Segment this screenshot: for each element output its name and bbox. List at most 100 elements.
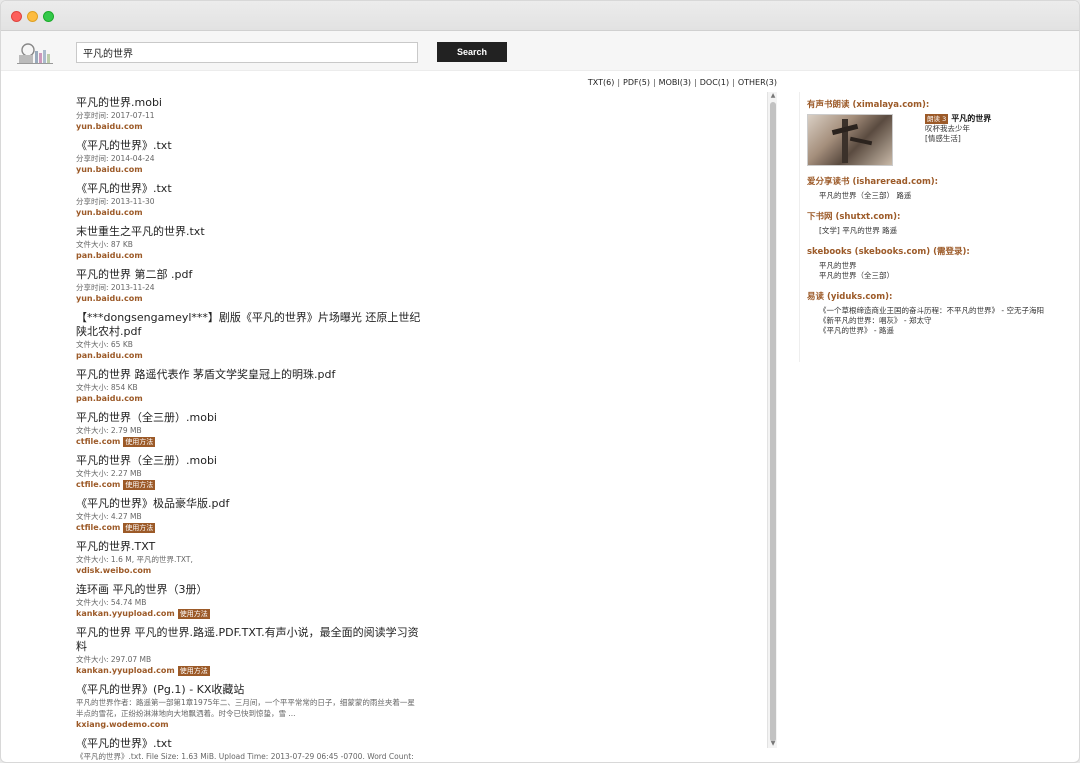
sidebar-section-ximalaya: 有声书朗读 (ximalaya.com): 朗读 3 平凡的世界 叹杯我去少年 […	[807, 99, 1067, 166]
results-scrollbar[interactable]: ▲ ▼	[767, 92, 777, 748]
result-item: 平凡的世界（全三册）.mobi 文件大小: 2.79 MB ctfile.com 使用…	[76, 411, 421, 447]
result-source-domain[interactable]: yun.baidu.com	[76, 165, 143, 174]
result-title-link[interactable]: 平凡的世界（全三册）.mobi	[76, 411, 421, 425]
result-source: yun.baidu.com	[76, 121, 421, 132]
result-meta: 文件大小: 1.6 M, 平凡的世界.TXT,	[76, 555, 193, 564]
filter-link[interactable]: TXT(6)	[588, 78, 614, 87]
result-meta: 文件大小: 297.07 MB	[76, 655, 152, 664]
result-title-link[interactable]: 《平凡的世界》.txt	[76, 182, 421, 196]
sidebar-link[interactable]: 平凡的世界	[807, 261, 1067, 271]
sidebar-heading[interactable]: 有声书朗读 (ximalaya.com):	[807, 99, 1067, 111]
result-item: 《平凡的世界》.txt 分享时间: 2013-11-30 yun.baidu.com	[76, 182, 421, 218]
result-title-link[interactable]: 《平凡的世界》(Pg.1) - KX收藏站	[76, 683, 421, 697]
filter-link[interactable]: OTHER(3)	[738, 78, 777, 87]
browser-window: Search TXT(6)|PDF(5)|MOBI(3)|DOC(1)|OTHE…	[0, 0, 1080, 763]
audiobook-cover-image[interactable]	[807, 114, 893, 166]
sidebar-link[interactable]: 《一个草根缔造商业王国的奋斗历程：不平凡的世界》 - 空无子海阳	[807, 306, 1067, 316]
scroll-up-arrow-icon[interactable]: ▲	[768, 92, 778, 100]
result-meta: 《平凡的世界》.txt. File Size: 1.63 MiB. Upload…	[76, 752, 414, 761]
result-title-link[interactable]: 【***dongsengameyl***】剧版《平凡的世界》片场曝光 还原上世纪…	[76, 311, 421, 339]
result-source: pan.baidu.com	[76, 393, 421, 404]
result-title-link[interactable]: 平凡的世界 路遥代表作 茅盾文学奖皇冠上的明珠.pdf	[76, 368, 421, 382]
result-meta: 分享时间: 2013-11-30	[76, 197, 155, 206]
sidebar-section: skebooks (skebooks.com) (需登录): 平凡的世界 平凡的世界…	[807, 246, 1067, 281]
result-item: 末世重生之平凡的世界.txt 文件大小: 87 KB pan.baidu.com	[76, 225, 421, 261]
filter-link[interactable]: DOC(1)	[700, 78, 729, 87]
result-title-link[interactable]: 连环画 平凡的世界（3册）	[76, 583, 421, 597]
usage-guide-tag[interactable]: 使用方法	[123, 480, 156, 490]
sidebar-heading[interactable]: 易读 (yiduks.com):	[807, 291, 1067, 303]
result-source: ctfile.com 使用方法	[76, 479, 421, 490]
result-title-link[interactable]: 平凡的世界.mobi	[76, 96, 421, 110]
sidebar-link[interactable]: [文学] 平凡的世界 路遥	[807, 226, 1067, 236]
result-source-domain[interactable]: yun.baidu.com	[76, 294, 143, 303]
result-title-link[interactable]: 《平凡的世界》极品豪华版.pdf	[76, 497, 421, 511]
filter-separator: |	[732, 78, 735, 87]
sidebar-link[interactable]: 平凡的世界（全三部）	[807, 271, 1067, 281]
result-item: 平凡的世界 第二部 .pdf 分享时间: 2013-11-24 yun.baidu.…	[76, 268, 421, 304]
result-title-link[interactable]: 平凡的世界（全三册）.mobi	[76, 454, 421, 468]
result-meta: 文件大小: 54.74 MB	[76, 598, 147, 607]
result-item: 《平凡的世界》(Pg.1) - KX收藏站 平凡的世界作者：路遥第一部第1章197…	[76, 683, 421, 730]
filter-separator: |	[617, 78, 621, 87]
audiobook-badge: 朗读 3	[925, 114, 949, 124]
filter-link[interactable]: PDF(5)	[623, 78, 650, 87]
usage-guide-tag[interactable]: 使用方法	[123, 523, 156, 533]
sidebar-heading[interactable]: 下书网 (shutxt.com):	[807, 211, 1067, 223]
audiobook-card[interactable]: 朗读 3 平凡的世界 叹杯我去少年 [情感生活]	[807, 114, 1067, 166]
result-item: 平凡的世界.mobi 分享时间: 2017-07-11 yun.baidu.com	[76, 96, 421, 132]
usage-guide-tag[interactable]: 使用方法	[177, 609, 210, 619]
filter-separator: |	[652, 78, 656, 87]
result-source-domain[interactable]: kankan.yyupload.com	[76, 666, 175, 675]
result-source-domain[interactable]: pan.baidu.com	[76, 394, 143, 403]
result-source: ctfile.com 使用方法	[76, 522, 421, 533]
result-title-link[interactable]: 平凡的世界 第二部 .pdf	[76, 268, 421, 282]
sidebar-heading[interactable]: skebooks (skebooks.com) (需登录):	[807, 246, 1067, 258]
audiobook-info: 朗读 3 平凡的世界 叹杯我去少年 [情感生活]	[925, 114, 991, 166]
result-source-domain[interactable]: vdisk.weibo.com	[76, 566, 151, 575]
result-meta: 分享时间: 2017-07-11	[76, 111, 155, 120]
result-source-domain[interactable]: kxiang.wodemo.com	[76, 720, 169, 729]
sidebar-heading[interactable]: 爱分享读书 (ishareread.com):	[807, 176, 1067, 188]
sidebar-link[interactable]: 《新平凡的世界：唱灰》 - 郑太守	[807, 316, 1067, 326]
result-source-domain[interactable]: yun.baidu.com	[76, 208, 143, 217]
result-item: 平凡的世界（全三册）.mobi 文件大小: 2.27 MB ctfile.com 使用…	[76, 454, 421, 490]
scroll-down-arrow-icon[interactable]: ▼	[768, 740, 778, 748]
result-source: yun.baidu.com	[76, 207, 421, 218]
usage-guide-tag[interactable]: 使用方法	[177, 666, 210, 676]
audiobook-title[interactable]: 朗读 3 平凡的世界	[925, 114, 991, 124]
result-title-link[interactable]: 平凡的世界.TXT	[76, 540, 421, 554]
sidebar-link[interactable]: 《平凡的世界》 - 路遥	[807, 326, 1067, 336]
sidebar: 有声书朗读 (ximalaya.com): 朗读 3 平凡的世界 叹杯我去少年 […	[807, 99, 1067, 346]
result-source-domain[interactable]: ctfile.com	[76, 437, 120, 446]
result-title-link[interactable]: 《平凡的世界》.txt	[76, 737, 421, 751]
result-source-domain[interactable]: ctfile.com	[76, 523, 120, 532]
result-source-domain[interactable]: kankan.yyupload.com	[76, 609, 175, 618]
sidebar-link[interactable]: 平凡的世界（全三部） 路遥	[807, 191, 1067, 201]
filter-link[interactable]: MOBI(3)	[659, 78, 691, 87]
filter-separator: |	[694, 78, 697, 87]
result-source: vdisk.weibo.com	[76, 565, 421, 576]
result-meta: 分享时间: 2014-04-24	[76, 154, 155, 163]
site-logo-icon[interactable]	[17, 41, 53, 65]
result-source-domain[interactable]: pan.baidu.com	[76, 251, 143, 260]
usage-guide-tag[interactable]: 使用方法	[123, 437, 156, 447]
result-source: ctfile.com 使用方法	[76, 436, 421, 447]
result-source: pan.baidu.com	[76, 350, 421, 361]
maximize-window-button[interactable]	[43, 11, 54, 22]
close-window-button[interactable]	[11, 11, 22, 22]
result-item: 【***dongsengameyl***】剧版《平凡的世界》片场曝光 还原上世纪…	[76, 311, 421, 361]
result-title-link[interactable]: 平凡的世界 平凡的世界.路遥.PDF.TXT.有声小说，最全面的阅读学习资料	[76, 626, 421, 654]
sidebar-section: 下书网 (shutxt.com): [文学] 平凡的世界 路遥	[807, 211, 1067, 236]
result-title-link[interactable]: 《平凡的世界》.txt	[76, 139, 421, 153]
result-source-domain[interactable]: ctfile.com	[76, 480, 120, 489]
results-list: 平凡的世界.mobi 分享时间: 2017-07-11 yun.baidu.com 《…	[76, 96, 421, 762]
result-title-link[interactable]: 末世重生之平凡的世界.txt	[76, 225, 421, 239]
search-input[interactable]	[76, 42, 418, 63]
audiobook-title-text: 平凡的世界	[951, 114, 992, 123]
result-source-domain[interactable]: yun.baidu.com	[76, 122, 143, 131]
result-source-domain[interactable]: pan.baidu.com	[76, 351, 143, 360]
search-button[interactable]: Search	[437, 42, 507, 62]
minimize-window-button[interactable]	[27, 11, 38, 22]
scrollbar-thumb[interactable]	[770, 102, 776, 742]
